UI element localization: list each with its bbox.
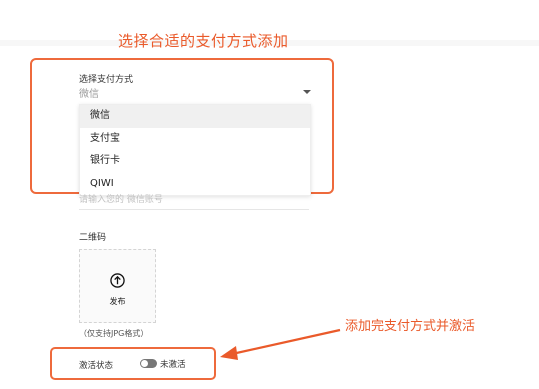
toggle-knob: [141, 360, 148, 367]
upload-label: 发布: [109, 297, 126, 306]
annotation-activate: 添加完支付方式并激活: [345, 319, 476, 334]
upload-format-hint: （仅支持JPG格式）: [79, 329, 149, 338]
qr-upload-button[interactable]: 发布: [79, 249, 156, 323]
payment-method-selected-value: 微信: [79, 89, 99, 100]
highlight-frame-activation: [50, 347, 216, 380]
upload-arrow-icon: [110, 273, 125, 288]
dropdown-option-alipay[interactable]: 支付宝: [80, 128, 310, 151]
payment-method-select[interactable]: 微信: [79, 85, 311, 101]
qr-code-label: 二维码: [79, 233, 107, 243]
payment-method-dropdown: 微信 支付宝 银行卡 QIWI: [79, 104, 311, 196]
dropdown-option-wechat[interactable]: 微信: [80, 105, 310, 128]
payment-method-label: 选择支付方式: [79, 75, 134, 85]
dropdown-option-bank-card[interactable]: 银行卡: [80, 150, 310, 173]
activation-toggle[interactable]: [140, 359, 157, 368]
account-input[interactable]: [79, 191, 309, 210]
payment-settings-page: 选择合适的支付方式添加 选择支付方式 微信 微信 支付宝 银行卡 QIWI 二维…: [0, 0, 539, 389]
activation-toggle-text: 未激活: [160, 360, 186, 370]
activation-status-label: 激活状态: [79, 361, 114, 371]
annotation-select-payment: 选择合适的支付方式添加: [118, 32, 289, 50]
chevron-down-icon: [303, 90, 311, 94]
